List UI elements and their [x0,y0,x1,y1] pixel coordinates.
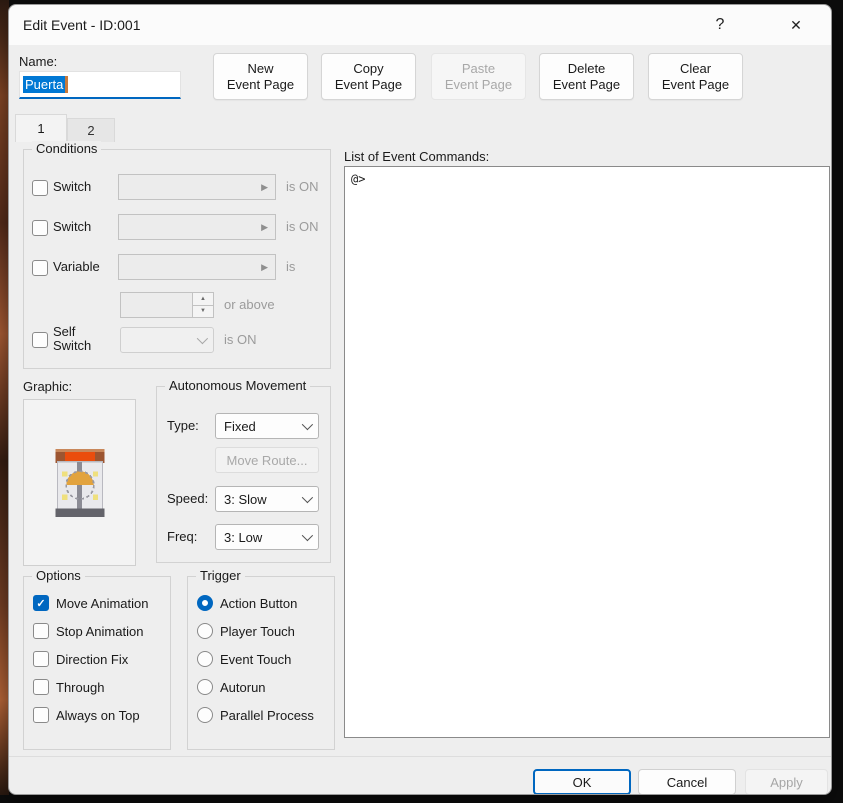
speed-label: Speed: [167,491,208,506]
radio-icon[interactable] [197,679,213,695]
speed-value: 3: Slow [224,492,267,507]
variable-value-suffix: or above [224,297,275,312]
chevron-down-icon [302,419,313,430]
freq-dropdown[interactable]: 3: Low [215,524,319,550]
checkbox-icon[interactable] [33,651,49,667]
variable-value-spinner: ▲ ▼ [120,292,214,318]
self-switch-dropdown [120,327,214,353]
name-label: Name: [19,54,57,69]
ok-button[interactable]: OK [533,769,631,795]
spin-down-icon[interactable]: ▼ [193,306,213,318]
window-title: Edit Event - ID:001 [9,17,141,33]
help-icon[interactable]: ? [697,5,743,45]
trigger-parallel-process[interactable]: Parallel Process [197,707,328,723]
speed-dropdown[interactable]: 3: Slow [215,486,319,512]
apply-button: Apply [745,769,828,795]
event-commands-list[interactable]: @> [344,166,830,738]
autonomous-movement-group: Autonomous Movement Type: Fixed Move Rou… [156,386,331,563]
checkbox-icon[interactable] [33,679,49,695]
self-switch-checkbox[interactable] [32,332,48,348]
variable-suffix: is [286,259,295,274]
radio-icon[interactable] [197,623,213,639]
option-through[interactable]: Through [33,679,164,695]
conditions-group: Conditions Switch ▶ is ON Switch ▶ is ON… [23,149,331,369]
new-event-page-button[interactable]: New Event Page [213,53,308,100]
trigger-action-button[interactable]: Action Button [197,595,328,611]
chevron-down-icon [197,333,208,344]
delete-event-page-button[interactable]: Delete Event Page [539,53,634,100]
spinner-buttons: ▲ ▼ [192,293,213,317]
switch2-picker: ▶ [118,214,276,240]
name-input[interactable]: Puerta [19,71,181,99]
freq-value: 3: Low [224,530,262,545]
trigger-list: Action Button Player Touch Event Touch A… [197,595,328,723]
picker-arrow-icon: ▶ [261,222,268,233]
checkbox-icon[interactable]: ✓ [33,595,49,611]
copy-event-page-button[interactable]: Copy Event Page [321,53,416,100]
variable-label: Variable [53,259,100,274]
variable-checkbox[interactable] [32,260,48,276]
commands-label: List of Event Commands: [344,149,489,164]
move-route-button: Move Route... [215,447,319,473]
type-value: Fixed [224,419,256,434]
page-tabs: 1 2 [15,114,115,142]
self-switch-label: Self Switch [53,325,91,353]
switch2-label: Switch [53,219,91,234]
checkbox-icon[interactable] [33,623,49,639]
paste-event-page-button: Paste Event Page [431,53,526,100]
option-direction-fix[interactable]: Direction Fix [33,651,164,667]
picker-arrow-icon: ▶ [261,262,268,273]
conditions-group-title: Conditions [32,141,101,156]
trigger-player-touch[interactable]: Player Touch [197,623,328,639]
trigger-group: Trigger Action Button Player Touch Event… [187,576,335,750]
graphic-box[interactable] [23,399,136,566]
option-always-on-top[interactable]: Always on Top [33,707,164,723]
options-group: Options ✓ Move Animation Stop Animation … [23,576,171,750]
checkbox-icon[interactable] [33,707,49,723]
option-move-animation[interactable]: ✓ Move Animation [33,595,164,611]
cancel-button[interactable]: Cancel [638,769,736,795]
options-list: ✓ Move Animation Stop Animation Directio… [33,595,164,723]
tab-page-1[interactable]: 1 [15,114,67,142]
tab-page-2[interactable]: 2 [67,118,115,142]
trigger-group-title: Trigger [196,568,245,583]
command-line[interactable]: @> [351,172,365,186]
trigger-autorun[interactable]: Autorun [197,679,328,695]
chevron-down-icon [302,530,313,541]
text-caret [65,76,68,93]
switch1-label: Switch [53,179,91,194]
trigger-event-touch[interactable]: Event Touch [197,651,328,667]
type-label: Type: [167,418,199,433]
spin-up-icon[interactable]: ▲ [193,293,213,306]
edit-event-dialog: Edit Event - ID:001 ? ✕ Name: Puerta New… [8,4,832,795]
self-switch-suffix: is ON [224,332,257,347]
freq-label: Freq: [167,529,197,544]
type-dropdown[interactable]: Fixed [215,413,319,439]
switch1-suffix: is ON [286,179,319,194]
footer-separator [9,756,831,757]
options-group-title: Options [32,568,85,583]
graphic-label: Graphic: [23,379,72,394]
radio-icon[interactable] [197,595,213,611]
clear-event-page-button[interactable]: Clear Event Page [648,53,743,100]
switch1-checkbox[interactable] [32,180,48,196]
picker-arrow-icon: ▶ [261,182,268,193]
option-stop-animation[interactable]: Stop Animation [33,623,164,639]
radio-icon[interactable] [197,707,213,723]
switch2-checkbox[interactable] [32,220,48,236]
name-input-value: Puerta [23,76,65,93]
door-sprite [54,449,106,517]
switch1-picker: ▶ [118,174,276,200]
radio-icon[interactable] [197,651,213,667]
movement-group-title: Autonomous Movement [165,378,310,393]
close-icon[interactable]: ✕ [773,5,819,45]
chevron-down-icon [302,492,313,503]
variable-picker: ▶ [118,254,276,280]
switch2-suffix: is ON [286,219,319,234]
